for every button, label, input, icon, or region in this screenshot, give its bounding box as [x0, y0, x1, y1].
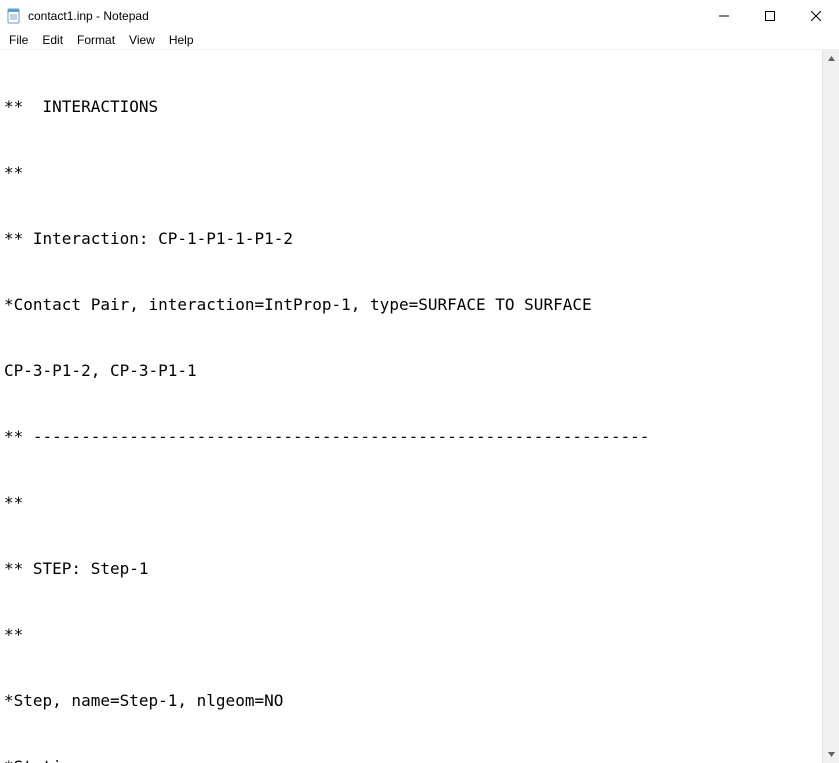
- editor-line: CP-3-P1-2, CP-3-P1-1: [4, 360, 818, 382]
- vertical-scrollbar[interactable]: [822, 50, 839, 763]
- content-wrap: ** INTERACTIONS ** ** Interaction: CP-1-…: [0, 50, 839, 763]
- menu-view[interactable]: View: [122, 31, 162, 49]
- menu-edit[interactable]: Edit: [35, 31, 70, 49]
- editor-line: *Static: [4, 756, 818, 763]
- editor-line: **: [4, 162, 818, 184]
- scroll-up-button[interactable]: [823, 50, 839, 67]
- editor-line: *Step, name=Step-1, nlgeom=NO: [4, 690, 818, 712]
- window-controls: [701, 0, 839, 31]
- notepad-window: contact1.inp - Notepad File Edit Format …: [0, 0, 839, 763]
- notepad-icon: [6, 8, 22, 24]
- menu-file[interactable]: File: [2, 31, 35, 49]
- editor-line: ** Interaction: CP-1-P1-1-P1-2: [4, 228, 818, 250]
- editor-line: ** STEP: Step-1: [4, 558, 818, 580]
- editor-line: ** INTERACTIONS: [4, 96, 818, 118]
- menubar: File Edit Format View Help: [0, 31, 839, 50]
- editor-line: **: [4, 492, 818, 514]
- maximize-button[interactable]: [747, 0, 793, 31]
- menu-help[interactable]: Help: [162, 31, 201, 49]
- editor-line: **: [4, 624, 818, 646]
- editor-line: ** -------------------------------------…: [4, 426, 818, 448]
- editor-line: *Contact Pair, interaction=IntProp-1, ty…: [4, 294, 818, 316]
- menu-format[interactable]: Format: [70, 31, 122, 49]
- close-button[interactable]: [793, 0, 839, 31]
- scroll-down-button[interactable]: [823, 746, 839, 763]
- titlebar[interactable]: contact1.inp - Notepad: [0, 0, 839, 31]
- window-title: contact1.inp - Notepad: [28, 9, 149, 23]
- text-area[interactable]: ** INTERACTIONS ** ** Interaction: CP-1-…: [0, 50, 822, 763]
- minimize-button[interactable]: [701, 0, 747, 31]
